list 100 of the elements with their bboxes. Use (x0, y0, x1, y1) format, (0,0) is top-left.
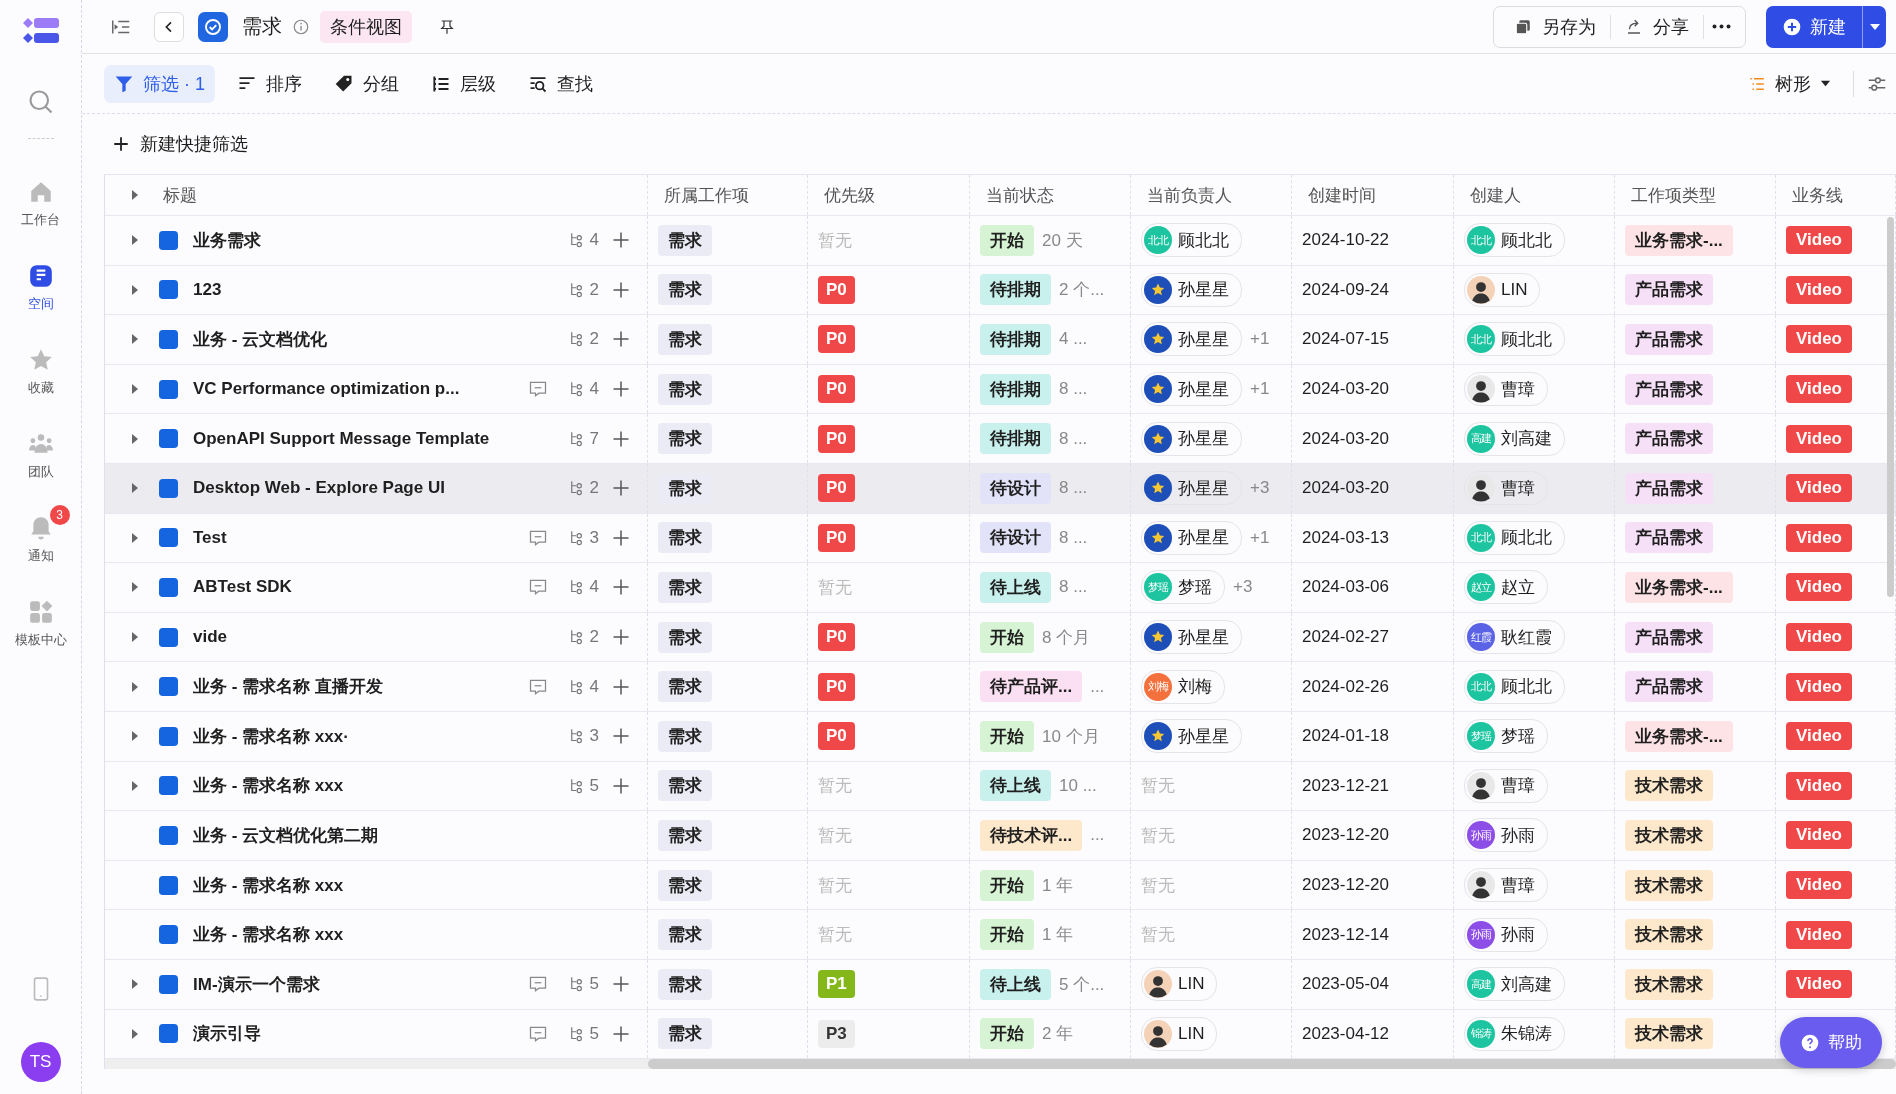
add-icon[interactable] (611, 974, 631, 995)
table-row[interactable]: 业务 - 云文档优化第二期 需求 暂无 待技术评... ... 暂无 2023-12-20 孙雨 孙雨 技术需求 Video (105, 811, 1896, 861)
item-title[interactable]: 业务 - 云文档优化 (193, 328, 568, 351)
dropdown-button[interactable] (1862, 5, 1886, 48)
column-header[interactable]: 所属工作项 (664, 183, 749, 207)
person-chip[interactable]: 孙星星 (1141, 520, 1242, 555)
person-chip[interactable]: 孙星星 (1141, 322, 1242, 357)
person-chip[interactable]: 曹璋 (1464, 868, 1548, 902)
person-chip[interactable]: 北北 顾北北 (1141, 223, 1242, 258)
item-title[interactable]: 123 (193, 279, 568, 300)
column-header[interactable]: 当前状态 (986, 183, 1054, 207)
table-row[interactable]: 业务 - 云文档优化 2 需求 P0 待排期 4 ... 孙星星 +1 2024-07-15 北北 顾北北 产品需求 Video (105, 315, 1896, 365)
table-row[interactable]: 业务 - 需求名称 xxx· 3 需求 P0 开始 10 个月 孙星星 2024-01-18 梦瑶 梦瑶 业务需求-... Video (105, 711, 1896, 762)
person-chip[interactable]: 孙星星 (1141, 719, 1242, 754)
column-header[interactable]: 创建时间 (1308, 183, 1376, 207)
add-icon[interactable] (611, 577, 631, 598)
person-chip[interactable]: 北北 顾北北 (1464, 520, 1565, 555)
person-chip[interactable]: 孙星星 (1141, 421, 1242, 456)
status-tag[interactable]: 待上线 (980, 571, 1051, 603)
status-tag[interactable]: 待排期 (980, 423, 1051, 455)
search-icon[interactable] (26, 88, 55, 116)
help-button[interactable]: 帮助 (1780, 1017, 1882, 1068)
table-row[interactable]: VC Performance optimization p... 4 需求 P0 待排期 8 ... 孙星星 +1 2024-03-20 曹璋 产品需求 Video (105, 364, 1896, 415)
user-avatar[interactable]: TS (20, 1042, 61, 1082)
column-header[interactable]: 业务线 (1792, 183, 1843, 207)
add-icon[interactable] (611, 379, 631, 400)
info-icon[interactable] (292, 17, 310, 36)
sidebar-item[interactable]: 团队 (7, 419, 74, 481)
person-chip[interactable]: 赵立 赵立 (1464, 570, 1548, 605)
person-chip[interactable]: 刘梅 刘梅 (1141, 669, 1225, 704)
status-tag[interactable]: 开始 (980, 720, 1034, 752)
table-row[interactable]: 业务需求 4 需求 暂无 开始 20 天 北北 顾北北 2024-10-22 北北 顾北北 业务需求-... Video (105, 216, 1896, 266)
pin-icon[interactable] (438, 17, 456, 36)
item-title[interactable]: OpenAPI Support Message Template (193, 428, 568, 449)
table-row[interactable]: IM-演示一个需求 5 需求 P1 待上线 5 个... LIN 2023-05-04 高建 刘高建 技术需求 Video (105, 959, 1896, 1010)
add-icon[interactable] (611, 627, 631, 648)
item-title[interactable]: 业务 - 需求名称 xxx· (193, 724, 568, 748)
status-tag[interactable]: 待上线 (980, 770, 1051, 802)
person-chip[interactable]: 北北 顾北北 (1464, 322, 1565, 357)
person-chip[interactable]: LIN (1141, 1016, 1218, 1051)
person-chip[interactable]: 高建 刘高建 (1464, 967, 1565, 1002)
new-button[interactable]: 新建 (1766, 5, 1862, 48)
table-row[interactable]: Test 3 需求 P0 待设计 8 ... 孙星星 +1 2024-03-13 北北 顾北北 产品需求 Video (105, 513, 1896, 564)
column-header[interactable]: 创建人 (1470, 183, 1521, 207)
status-tag[interactable]: 开始 (980, 1018, 1034, 1050)
vertical-scrollbar[interactable] (1887, 217, 1894, 597)
table-row[interactable]: OpenAPI Support Message Template 7 需求 P0 待排期 8 ... 孙星星 2024-03-20 高建 刘高建 产品需求 Video (105, 414, 1896, 464)
person-chip[interactable]: 北北 顾北北 (1464, 223, 1565, 258)
status-tag[interactable]: 待上线 (980, 968, 1051, 1000)
table-row[interactable]: 业务 - 需求名称 xxx 需求 暂无 开始 1 年 暂无 2023-12-14 孙雨 孙雨 技术需求 Video (105, 910, 1896, 960)
item-title[interactable]: 业务 - 需求名称 xxx (193, 774, 568, 798)
status-tag[interactable]: 待技术评... (980, 819, 1083, 851)
status-tag[interactable]: 开始 (980, 869, 1034, 901)
person-chip[interactable]: LIN (1141, 967, 1218, 1002)
status-tag[interactable]: 待排期 (980, 373, 1051, 405)
save-as-button[interactable]: 另存为 (1500, 14, 1610, 39)
back-button[interactable] (154, 11, 184, 42)
person-chip[interactable]: 曹璋 (1464, 471, 1548, 506)
status-tag[interactable]: 待排期 (980, 274, 1051, 306)
person-chip[interactable]: 锦涛 朱锦涛 (1464, 1016, 1565, 1051)
status-tag[interactable]: 待设计 (980, 522, 1051, 554)
column-header[interactable]: 当前负责人 (1147, 183, 1232, 207)
column-header[interactable]: 工作项类型 (1631, 183, 1716, 207)
column-header[interactable]: 标题 (163, 183, 197, 207)
item-title[interactable]: 业务 - 需求名称 xxx (193, 923, 631, 947)
status-tag[interactable]: 待设计 (980, 472, 1051, 504)
new-quick-filter-button[interactable]: 新建快捷筛选 (112, 126, 248, 162)
toolbar-button[interactable]: 查找 (518, 64, 603, 103)
person-chip[interactable]: 孙星星 (1141, 272, 1242, 307)
column-header[interactable]: 优先级 (824, 183, 875, 207)
add-icon[interactable] (611, 230, 631, 251)
person-chip[interactable]: 孙星星 (1141, 471, 1242, 506)
item-title[interactable]: Desktop Web - Explore Page UI (193, 478, 568, 499)
horizontal-scrollbar[interactable] (648, 1059, 1896, 1070)
person-chip[interactable]: 孙雨 孙雨 (1464, 917, 1548, 952)
status-tag[interactable]: 开始 (980, 621, 1034, 653)
person-chip[interactable]: LIN (1464, 272, 1541, 307)
item-title[interactable]: 业务需求 (193, 228, 568, 252)
item-title[interactable]: 业务 - 云文档优化第二期 (193, 823, 631, 847)
sidebar-item[interactable]: 空间 (7, 251, 74, 313)
share-button[interactable]: 分享 (1611, 14, 1703, 39)
status-tag[interactable]: 待排期 (980, 324, 1051, 355)
toolbar-button[interactable]: 层级 (421, 64, 506, 103)
item-title[interactable]: 业务 - 需求名称 直播开发 (193, 675, 528, 699)
status-tag[interactable]: 待产品评... (980, 671, 1083, 703)
person-chip[interactable]: 孙星星 (1141, 372, 1242, 407)
table-row[interactable]: vide 2 需求 P0 开始 8 个月 孙星星 2024-02-27 红霞 耿红霞 产品需求 Video (105, 612, 1896, 663)
item-title[interactable]: IM-演示一个需求 (193, 972, 528, 996)
toolbar-button[interactable]: 分组 (324, 64, 409, 103)
item-title[interactable]: ABTest SDK (193, 577, 528, 598)
add-icon[interactable] (611, 726, 631, 747)
status-tag[interactable]: 开始 (980, 919, 1034, 951)
person-chip[interactable]: 曹璋 (1464, 372, 1548, 407)
person-chip[interactable]: 曹璋 (1464, 768, 1548, 803)
item-title[interactable]: 业务 - 需求名称 xxx (193, 873, 631, 897)
sidebar-item[interactable]: 收藏 (7, 335, 74, 397)
item-title[interactable]: VC Performance optimization p... (193, 379, 528, 400)
person-chip[interactable]: 孙雨 孙雨 (1464, 818, 1548, 853)
sidebar-item[interactable]: 3 通知 (7, 503, 74, 565)
sidebar-item[interactable]: 模板中心 (7, 587, 74, 649)
